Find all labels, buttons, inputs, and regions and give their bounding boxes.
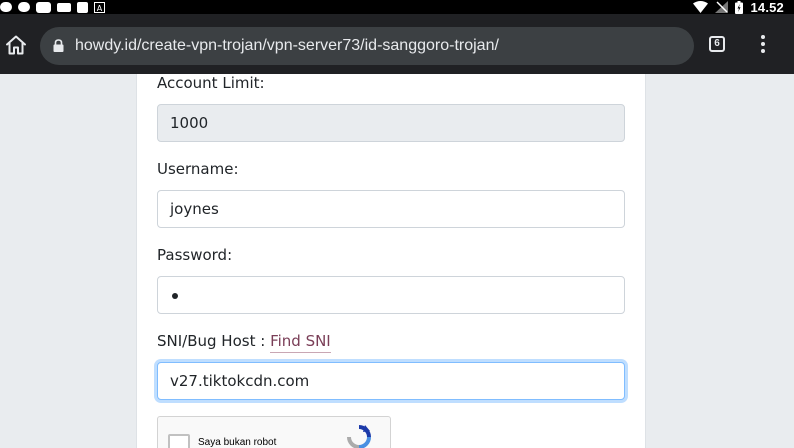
recaptcha-label: Saya bukan robot	[198, 437, 277, 448]
signal-off-icon	[715, 1, 729, 13]
username-field[interactable]: joynes	[157, 190, 625, 228]
account-limit-field: 1000	[157, 104, 625, 142]
chat-icon	[36, 1, 51, 13]
recaptcha-checkbox[interactable]	[168, 434, 190, 448]
status-bar: A 14.52	[0, 0, 794, 15]
account-limit-label: Account Limit:	[157, 74, 265, 92]
recaptcha-widget: Saya bukan robot	[157, 416, 391, 448]
notification-dot-icon	[18, 2, 30, 12]
lock-icon[interactable]	[53, 39, 64, 52]
status-bar-notifications: A	[0, 0, 105, 14]
vpn-form-card: Account Limit: 1000 Username: joynes Pas…	[136, 74, 646, 448]
wifi-icon	[693, 1, 709, 13]
find-sni-link[interactable]: Find SNI	[270, 332, 331, 353]
app-icon	[77, 1, 88, 13]
address-bar[interactable]: howdy.id/create-vpn-trojan/vpn-server73/…	[40, 27, 694, 65]
password-field[interactable]	[157, 276, 625, 314]
notification-dot-icon	[0, 2, 12, 12]
sni-label-row: SNI/Bug Host : Find SNI	[157, 332, 331, 353]
sni-field[interactable]: v27.tiktokcdn.com	[157, 362, 625, 400]
text-a-icon: A	[94, 1, 105, 13]
username-label: Username:	[157, 160, 239, 178]
home-icon[interactable]	[5, 34, 27, 56]
status-bar-system: 14.52	[693, 0, 784, 15]
overflow-menu-icon[interactable]	[755, 35, 771, 55]
recaptcha-logo-icon	[347, 425, 371, 448]
tab-switcher-button[interactable]: 6	[709, 36, 725, 52]
url-text[interactable]: howdy.id/create-vpn-trojan/vpn-server73/…	[75, 27, 499, 65]
password-mask	[172, 292, 178, 299]
clock: 14.52	[750, 0, 784, 15]
keyboard-icon	[57, 2, 71, 12]
page-content: Account Limit: 1000 Username: joynes Pas…	[0, 74, 794, 448]
browser-toolbar: howdy.id/create-vpn-trojan/vpn-server73/…	[0, 14, 794, 74]
battery-charging-icon	[735, 0, 744, 14]
password-label: Password:	[157, 246, 233, 264]
sni-label: SNI/Bug Host :	[157, 332, 266, 350]
